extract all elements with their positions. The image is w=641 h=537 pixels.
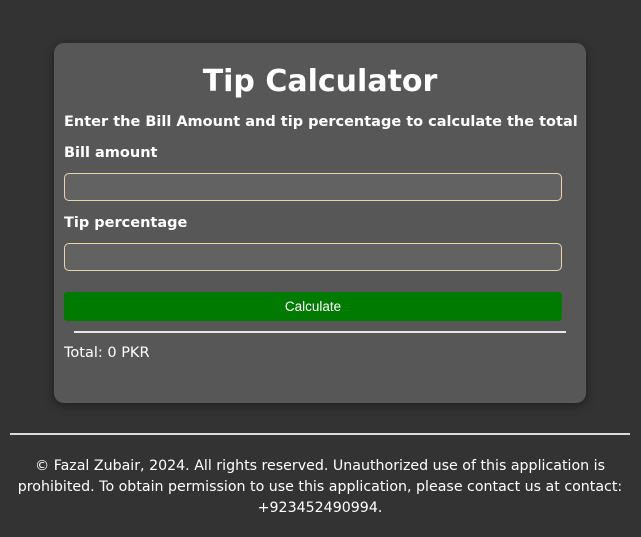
- tip-percentage-label: Tip percentage: [64, 215, 188, 231]
- instructions-text: Enter the Bill Amount and tip percentage…: [64, 114, 578, 130]
- tip-percentage-input[interactable]: [64, 243, 562, 271]
- tip-calculator-card: Tip Calculator Enter the Bill Amount and…: [54, 43, 586, 403]
- bill-amount-input[interactable]: [64, 173, 562, 201]
- footer-copyright: © Fazal Zubair, 2024. All rights reserve…: [17, 458, 623, 516]
- page-title: Tip Calculator: [202, 64, 438, 99]
- footer-divider: [10, 433, 630, 435]
- result-divider: [74, 331, 566, 333]
- total-result: Total: 0 PKR: [64, 345, 150, 361]
- bill-amount-label: Bill amount: [64, 145, 158, 161]
- calculate-button[interactable]: Calculate: [64, 292, 562, 321]
